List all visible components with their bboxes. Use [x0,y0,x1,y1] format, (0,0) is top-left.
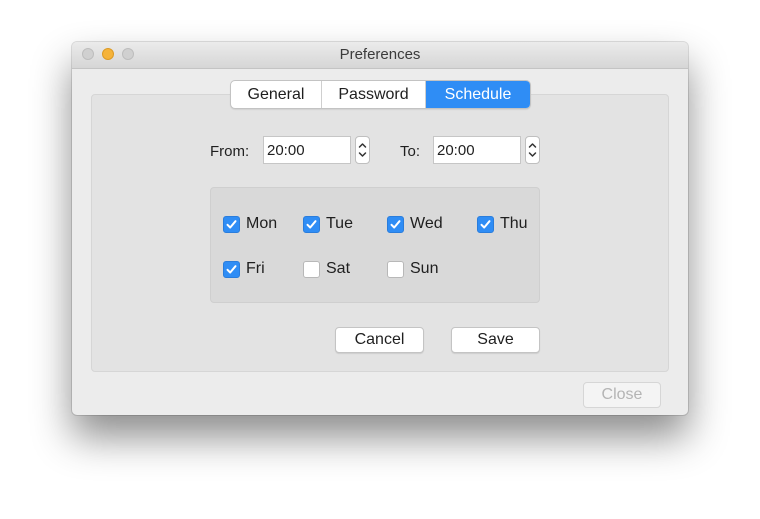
checkmark-icon [226,264,237,273]
close-button[interactable]: Close [583,382,661,408]
day-label-fri: Fri [246,260,265,277]
save-button[interactable]: Save [451,327,540,353]
weekday-group: Mon Tue Wed Thu Fri Sat Sun [210,187,540,303]
cancel-button[interactable]: Cancel [335,327,424,353]
checkbox-mon[interactable] [223,215,240,233]
checkbox-tue[interactable] [303,215,320,233]
tab-password[interactable]: Password [322,81,426,108]
stepper-arrows-icon [358,143,367,157]
tab-general[interactable]: General [231,81,322,108]
day-mon[interactable]: Mon [223,214,277,234]
checkbox-wed[interactable] [387,215,404,233]
preferences-window: Preferences General Password Schedule Fr… [72,42,688,415]
checkbox-fri[interactable] [223,260,240,278]
to-time-field[interactable] [433,136,521,164]
checkbox-sun[interactable] [387,260,404,278]
checkmark-icon [306,219,317,228]
day-label-thu: Thu [500,215,528,232]
checkbox-sat[interactable] [303,260,320,278]
day-label-sun: Sun [410,260,439,277]
from-label: From: [210,143,250,160]
title-bar: Preferences [72,42,688,69]
checkbox-thu[interactable] [477,215,494,233]
tab-bar: General Password Schedule [230,80,531,109]
to-time-stepper[interactable] [525,136,540,164]
checkmark-icon [226,219,237,228]
day-label-tue: Tue [326,215,353,232]
checkmark-icon [390,219,401,228]
day-tue[interactable]: Tue [303,214,353,234]
from-time-field[interactable] [263,136,351,164]
day-label-sat: Sat [326,260,351,277]
day-sun[interactable]: Sun [387,259,438,279]
window-title: Preferences [339,46,421,63]
checkmark-icon [480,219,491,228]
day-label-mon: Mon [246,215,278,232]
to-label: To: [400,143,421,160]
day-fri[interactable]: Fri [223,259,265,279]
day-wed[interactable]: Wed [387,214,443,234]
tab-schedule[interactable]: Schedule [426,81,530,108]
day-thu[interactable]: Thu [477,214,528,234]
day-label-wed: Wed [410,215,443,232]
stepper-arrows-icon [528,143,537,157]
day-sat[interactable]: Sat [303,259,350,279]
from-time-stepper[interactable] [355,136,370,164]
